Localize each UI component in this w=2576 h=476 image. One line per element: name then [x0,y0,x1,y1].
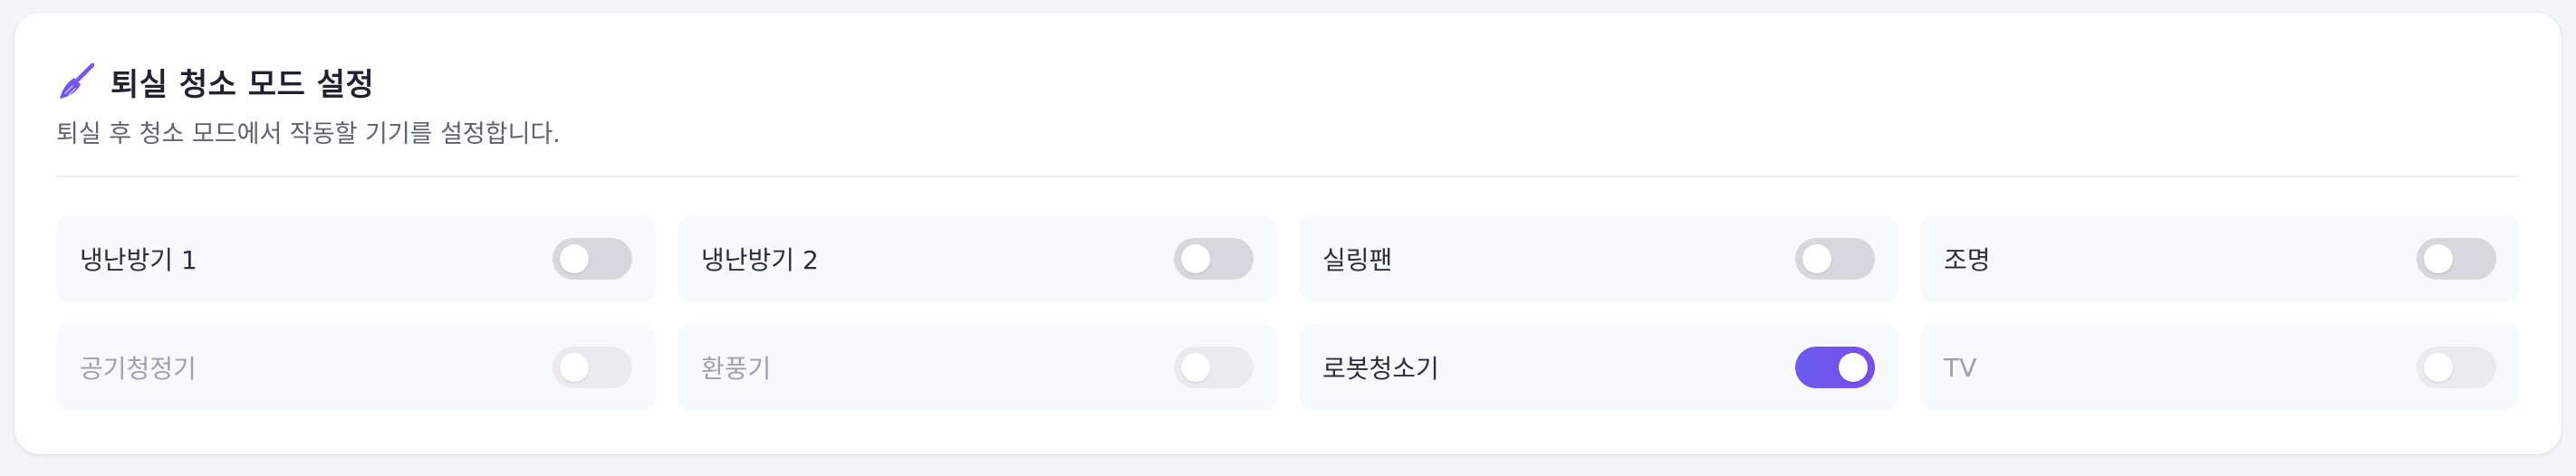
device-item-lighting: 조명 [1920,215,2520,302]
toggle-switch [553,347,632,388]
toggle-knob [1839,353,1868,382]
toggle-knob [1181,353,1210,382]
device-item-tv: TV [1920,324,2520,411]
device-grid: 냉난방기 1 냉난방기 2 실링팬 조명 공기청정기 환풍기 로봇청소기 TV [56,215,2520,411]
cleaning-mode-settings-card: 퇴실 청소 모드 설정 퇴실 후 청소 모드에서 작동할 기기를 설정합니다. … [14,13,2562,454]
device-item-air-purifier: 공기청정기 [56,324,656,411]
toggle-knob [560,244,589,273]
toggle-knob [2424,244,2453,273]
device-label: 공기청정기 [80,354,197,384]
device-label: 환풍기 [701,354,772,384]
divider [56,176,2520,177]
device-label: 조명 [1944,245,1991,275]
toggle-switch[interactable] [1174,238,1254,280]
toggle-switch[interactable] [2417,238,2496,280]
device-label: 냉난방기 2 [701,245,819,275]
toggle-switch[interactable] [553,238,632,280]
page-title: 퇴실 청소 모드 설정 [111,67,375,103]
device-item-ceiling-fan: 실링팬 [1299,215,1898,302]
broom-icon [60,62,95,99]
toggle-switch [1174,347,1254,388]
toggle-knob [1181,244,1210,273]
toggle-knob [2424,353,2453,382]
toggle-knob [1802,244,1831,273]
section-header: 퇴실 청소 모드 설정 [56,60,374,104]
device-label: 실링팬 [1322,245,1393,275]
device-item-robot-vacuum: 로봇청소기 [1299,324,1898,411]
device-label: TV [1944,352,1977,383]
device-item-aircon-2: 냉난방기 2 [678,215,1277,302]
device-item-ventilator: 환풍기 [678,324,1277,411]
toggle-switch[interactable] [1795,238,1875,280]
device-label: 로봇청소기 [1322,354,1439,384]
page-subtitle: 퇴실 후 청소 모드에서 작동할 기기를 설정합니다. [56,120,561,148]
device-item-aircon-1: 냉난방기 1 [56,215,656,302]
toggle-switch [2417,347,2496,388]
toggle-switch[interactable] [1795,347,1875,388]
toggle-knob [560,353,589,382]
device-label: 냉난방기 1 [80,245,197,275]
